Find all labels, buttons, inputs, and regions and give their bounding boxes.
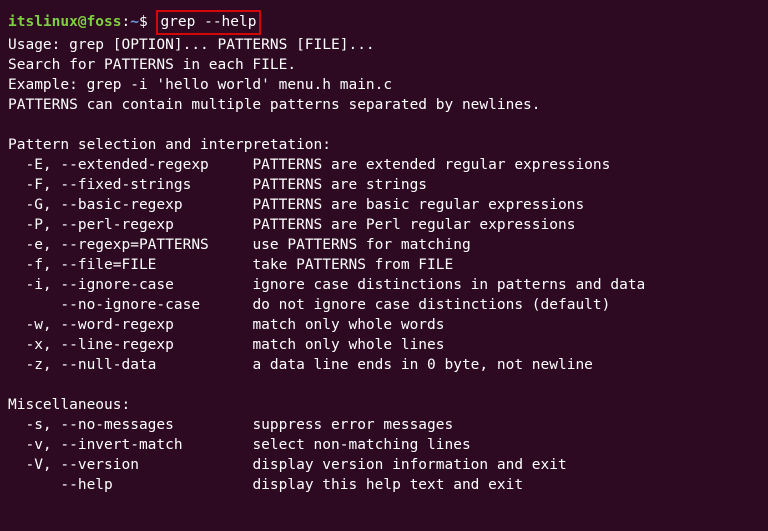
option-line: --no-ignore-case do not ignore case dist… <box>8 295 760 315</box>
option-line: -s, --no-messages suppress error message… <box>8 415 760 435</box>
patterns-line: PATTERNS can contain multiple patterns s… <box>8 95 760 115</box>
option-flag: -E, --extended-regexp <box>8 157 252 173</box>
option-line: -v, --invert-match select non-matching l… <box>8 435 760 455</box>
option-desc: do not ignore case distinctions (default… <box>252 297 610 313</box>
option-desc: display this help text and exit <box>252 477 523 493</box>
option-desc: select non-matching lines <box>252 437 470 453</box>
prompt-line[interactable]: itslinux@foss:~$ grep --help <box>8 10 760 35</box>
option-line: -G, --basic-regexp PATTERNS are basic re… <box>8 195 760 215</box>
option-flag: -V, --version <box>8 457 252 473</box>
option-line: --help display this help text and exit <box>8 475 760 495</box>
prompt-dollar: $ <box>139 14 156 30</box>
user-host: itslinux@foss <box>8 14 122 30</box>
option-line: -x, --line-regexp match only whole lines <box>8 335 760 355</box>
option-flag: --help <box>8 477 252 493</box>
option-flag: -v, --invert-match <box>8 437 252 453</box>
option-flag: -P, --perl-regexp <box>8 217 252 233</box>
option-desc: PATTERNS are Perl regular expressions <box>252 217 575 233</box>
option-desc: take PATTERNS from FILE <box>252 257 453 273</box>
section-header: Pattern selection and interpretation: <box>8 135 760 155</box>
option-desc: match only whole lines <box>252 337 444 353</box>
option-flag: -F, --fixed-strings <box>8 177 252 193</box>
option-line: -z, --null-data a data line ends in 0 by… <box>8 355 760 375</box>
option-desc: a data line ends in 0 byte, not newline <box>252 357 592 373</box>
option-line: -w, --word-regexp match only whole words <box>8 315 760 335</box>
option-line: -F, --fixed-strings PATTERNS are strings <box>8 175 760 195</box>
option-flag: -w, --word-regexp <box>8 317 252 333</box>
option-desc: match only whole words <box>252 317 444 333</box>
prompt-colon: : <box>122 14 131 30</box>
option-flag: -z, --null-data <box>8 357 252 373</box>
option-desc: display version information and exit <box>252 457 566 473</box>
option-line: -e, --regexp=PATTERNS use PATTERNS for m… <box>8 235 760 255</box>
option-line: -i, --ignore-case ignore case distinctio… <box>8 275 760 295</box>
option-flag: -f, --file=FILE <box>8 257 252 273</box>
option-flag: --no-ignore-case <box>8 297 252 313</box>
option-flag: -e, --regexp=PATTERNS <box>8 237 252 253</box>
command-highlight: grep --help <box>156 10 261 35</box>
option-desc: PATTERNS are basic regular expressions <box>252 197 584 213</box>
usage-line: Usage: grep [OPTION]... PATTERNS [FILE].… <box>8 35 760 55</box>
option-line: -P, --perl-regexp PATTERNS are Perl regu… <box>8 215 760 235</box>
blank-line <box>8 115 760 135</box>
option-line: -f, --file=FILE take PATTERNS from FILE <box>8 255 760 275</box>
option-line: -V, --version display version informatio… <box>8 455 760 475</box>
option-flag: -s, --no-messages <box>8 417 252 433</box>
search-line: Search for PATTERNS in each FILE. <box>8 55 760 75</box>
option-desc: PATTERNS are extended regular expression… <box>252 157 610 173</box>
option-desc: PATTERNS are strings <box>252 177 427 193</box>
option-line: -E, --extended-regexp PATTERNS are exten… <box>8 155 760 175</box>
option-desc: ignore case distinctions in patterns and… <box>252 277 645 293</box>
option-desc: use PATTERNS for matching <box>252 237 470 253</box>
example-line: Example: grep -i 'hello world' menu.h ma… <box>8 75 760 95</box>
prompt-path: ~ <box>130 14 139 30</box>
option-flag: -G, --basic-regexp <box>8 197 252 213</box>
option-desc: suppress error messages <box>252 417 453 433</box>
blank-line <box>8 375 760 395</box>
option-flag: -i, --ignore-case <box>8 277 252 293</box>
option-flag: -x, --line-regexp <box>8 337 252 353</box>
command-text: grep --help <box>160 14 256 30</box>
section-header: Miscellaneous: <box>8 395 760 415</box>
